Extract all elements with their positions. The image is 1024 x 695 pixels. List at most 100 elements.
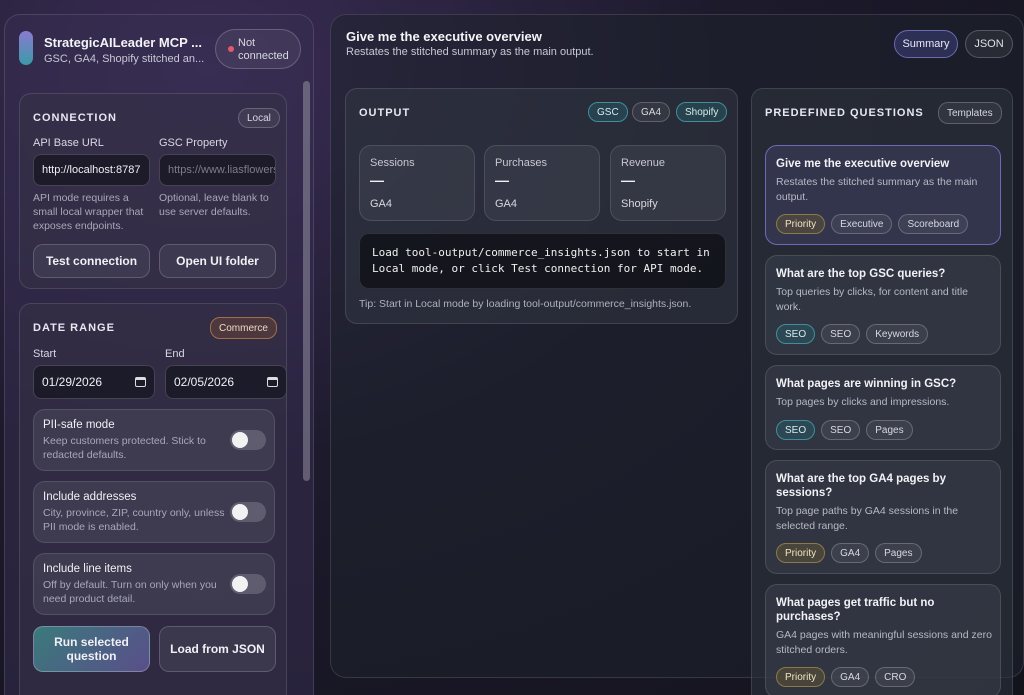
include-line-items-toggle-row[interactable]: Include line items Off by default. Turn …	[33, 553, 275, 615]
calendar-icon[interactable]	[135, 377, 146, 387]
tag: Pages	[866, 420, 913, 440]
metric-source: GA4	[495, 198, 518, 210]
metric-value: —	[621, 172, 635, 188]
start-date-label: Start	[33, 348, 57, 360]
sidebar-scrollbar[interactable]	[303, 81, 310, 481]
question-description: Top queries by clicks, for content and t…	[776, 286, 969, 313]
switch-knob	[232, 504, 248, 520]
question-title: What are the top GA4 pages by sessions?	[776, 473, 946, 499]
question-item[interactable]: What pages get traffic but no purchases?…	[765, 584, 1001, 695]
tag: SEO	[776, 420, 816, 440]
end-date-label: End	[165, 348, 185, 360]
status-dot-icon	[228, 46, 234, 52]
metric-source: GA4	[370, 198, 393, 210]
sidebar: StrategicAILeader MCP ... GSC, GA4, Shop…	[4, 14, 314, 695]
templates-button[interactable]: Templates	[938, 102, 1002, 124]
question-item-selected[interactable]: Give me the executive overview Restates …	[765, 145, 1001, 245]
api-base-url-input[interactable]: http://localhost:8787	[33, 154, 150, 186]
tag: SEO	[821, 324, 861, 344]
run-selected-question-button[interactable]: Run selected question	[33, 626, 150, 672]
connection-card: CONNECTION Local API Base URL GSC Proper…	[19, 93, 287, 289]
end-date-input[interactable]: 02/05/2026	[165, 365, 287, 399]
end-date-value: 02/05/2026	[174, 375, 235, 389]
page-subtitle: Restates the stitched summary as the mai…	[346, 46, 594, 58]
app-subtitle: GSC, GA4, Shopify stitched an...	[44, 53, 205, 65]
start-date-input[interactable]: 01/29/2026	[33, 365, 155, 399]
source-badge-ga4[interactable]: GA4	[632, 102, 671, 122]
tag: SEO	[821, 420, 861, 440]
test-connection-button[interactable]: Test connection	[33, 244, 150, 278]
question-tags: Priority Executive Scoreboard	[776, 214, 969, 234]
tag: Scoreboard	[898, 214, 969, 234]
api-base-url-label: API Base URL	[33, 137, 104, 149]
pii-safe-switch[interactable]	[230, 430, 266, 450]
output-card: OUTPUT GSC GA4 Shopify Sessions — GA4 Pu…	[345, 88, 738, 324]
question-description: Restates the stitched summary as the mai…	[776, 176, 978, 203]
tag: Priority	[776, 214, 826, 234]
switch-knob	[232, 576, 248, 592]
metric-value: —	[370, 172, 384, 188]
date-range-title: DATE RANGE	[33, 322, 115, 334]
question-item[interactable]: What are the top GSC queries? Top querie…	[765, 255, 1001, 355]
tag: Priority	[776, 667, 826, 687]
connection-title: CONNECTION	[33, 112, 117, 124]
question-description: Top page paths by GA4 sessions in the se…	[776, 505, 959, 532]
output-message: Load tool-output/commerce_insights.json …	[372, 246, 710, 275]
switch-knob	[232, 432, 248, 448]
tab-summary[interactable]: Summary	[894, 30, 958, 58]
metric-label: Revenue	[621, 157, 666, 169]
tab-json[interactable]: JSON	[965, 30, 1013, 58]
include-line-items-switch[interactable]	[230, 574, 266, 594]
include-addresses-toggle-row[interactable]: Include addresses City, province, ZIP, c…	[33, 481, 275, 543]
app-title: StrategicAILeader MCP ...	[44, 35, 202, 50]
load-from-json-button[interactable]: Load from JSON	[159, 626, 276, 672]
questions-card: PREDEFINED QUESTIONS Templates Give me t…	[751, 88, 1013, 695]
api-help-text: API mode requires a small local wrapper …	[33, 192, 144, 232]
include-addresses-switch[interactable]	[230, 502, 266, 522]
questions-title: PREDEFINED QUESTIONS	[765, 107, 924, 119]
main-panel: Give me the executive overview Restates …	[330, 14, 1024, 695]
tag: Priority	[776, 543, 826, 563]
page-title: Give me the executive overview	[346, 29, 542, 44]
tag: GA4	[831, 667, 870, 687]
question-title: Give me the executive overview	[776, 158, 950, 170]
metric-label: Sessions	[370, 157, 415, 169]
metric-sessions: Sessions — GA4	[359, 145, 475, 221]
open-ui-folder-button[interactable]: Open UI folder	[159, 244, 276, 278]
connection-status-badge: Not connected	[215, 29, 301, 69]
app-logo	[19, 31, 33, 65]
tag: CRO	[875, 667, 916, 687]
commerce-badge[interactable]: Commerce	[210, 317, 277, 339]
question-item[interactable]: What pages are winning in GSC? Top pages…	[765, 365, 1001, 450]
tag: Executive	[831, 214, 893, 234]
question-title: What are the top GSC queries?	[776, 268, 946, 280]
toggle-title: Include line items	[43, 563, 132, 575]
output-message-box: Load tool-output/commerce_insights.json …	[359, 233, 726, 289]
tag: GA4	[831, 543, 870, 563]
metric-purchases: Purchases — GA4	[484, 145, 600, 221]
question-tags: Priority GA4 Pages	[776, 543, 922, 563]
gsc-property-input[interactable]: https://www.liasflowers.com	[159, 154, 276, 186]
mode-badge[interactable]: Local	[238, 108, 280, 128]
start-date-value: 01/29/2026	[42, 375, 103, 389]
pii-safe-toggle-row[interactable]: PII-safe mode Keep customers protected. …	[33, 409, 275, 471]
question-item[interactable]: What are the top GA4 pages by sessions? …	[765, 460, 1001, 574]
toggle-description: City, province, ZIP, country only, unles…	[43, 507, 225, 533]
gsc-help-text: Optional, leave blank to use server defa…	[159, 192, 269, 218]
source-badge-gsc[interactable]: GSC	[588, 102, 628, 122]
toggle-description: Off by default. Turn on only when you ne…	[43, 579, 217, 605]
gsc-property-label: GSC Property	[159, 137, 228, 149]
tag: Pages	[875, 543, 922, 563]
output-title: OUTPUT	[359, 107, 411, 119]
output-tip: Tip: Start in Local mode by loading tool…	[359, 298, 692, 310]
question-title: What pages get traffic but no purchases?	[776, 597, 935, 623]
toggle-title: PII-safe mode	[43, 419, 115, 431]
metric-label: Purchases	[495, 157, 547, 169]
question-tags: SEO SEO Pages	[776, 420, 913, 440]
source-badge-shopify[interactable]: Shopify	[676, 102, 728, 122]
metric-revenue: Revenue — Shopify	[610, 145, 726, 221]
metric-value: —	[495, 172, 509, 188]
calendar-icon[interactable]	[267, 377, 278, 387]
date-range-card: DATE RANGE Commerce Start End 01/29/2026…	[19, 303, 287, 695]
status-text: Not connected	[238, 37, 289, 62]
